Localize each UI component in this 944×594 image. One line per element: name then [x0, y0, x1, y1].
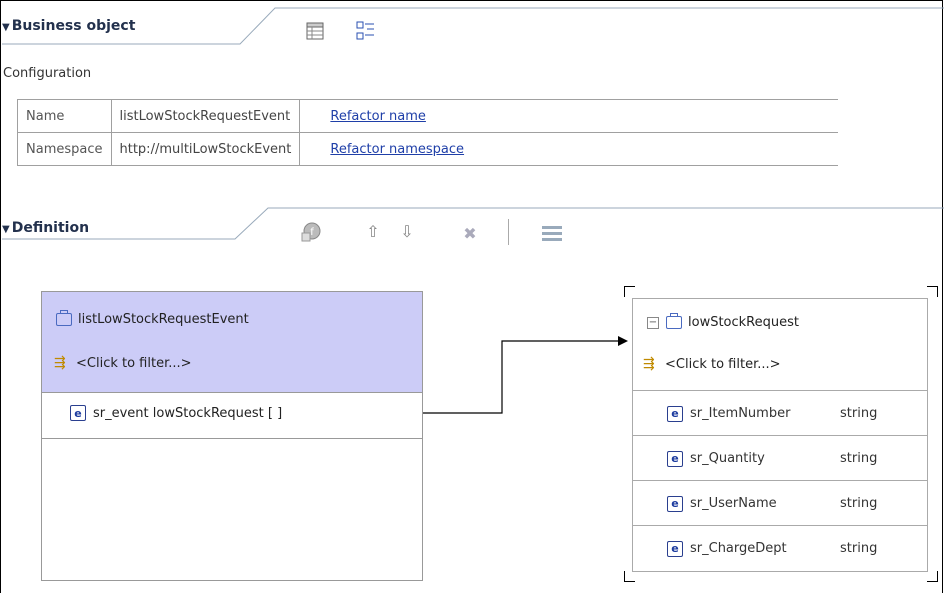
field-type: string [840, 541, 878, 556]
business-object-icon [666, 313, 682, 329]
field-name: sr_ItemNumber [690, 406, 791, 421]
field-name: sr_Quantity [690, 451, 765, 466]
element-icon: e [667, 450, 683, 467]
filter-text[interactable]: <Click to filter...> [665, 357, 781, 372]
target-title: − lowStockRequest [647, 313, 799, 330]
target-field-row[interactable]: e sr_UserName string [633, 480, 927, 526]
target-field-row[interactable]: e sr_ChargeDept string [633, 525, 927, 571]
field-name: sr_ChargeDept [690, 541, 787, 556]
collapse-icon[interactable]: − [647, 316, 659, 329]
target-field-row[interactable]: e sr_Quantity string [633, 435, 927, 481]
element-icon: e [667, 540, 683, 557]
element-icon: e [667, 495, 683, 512]
target-field-row[interactable]: e sr_ItemNumber string [633, 390, 927, 436]
field-type: string [840, 406, 878, 421]
field-name: sr_UserName [690, 496, 777, 511]
target-filter[interactable]: ⇶ <Click to filter...> [643, 355, 781, 373]
target-name: lowStockRequest [688, 315, 799, 330]
field-type: string [840, 496, 878, 511]
element-icon: e [667, 405, 683, 422]
field-type: string [840, 451, 878, 466]
filter-icon: ⇶ [643, 356, 655, 372]
target-business-object[interactable]: − lowStockRequest ⇶ <Click to filter...>… [632, 298, 928, 572]
